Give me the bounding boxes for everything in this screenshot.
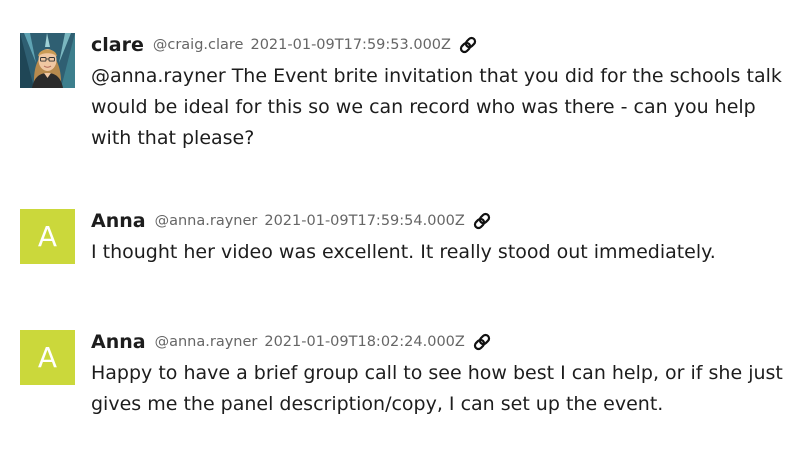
message-header: clare @craig.clare 2021-01-09T17:59:53.0… [91, 33, 802, 57]
message-text: @anna.rayner The Event brite invitation … [91, 65, 782, 149]
message-text: I thought her video was excellent. It re… [91, 241, 716, 263]
author-handle[interactable]: @anna.rayner [155, 213, 258, 229]
avatar[interactable]: A [20, 209, 75, 264]
timestamp: 2021-01-09T17:59:54.000Z [264, 213, 465, 229]
user-photo-icon [20, 33, 75, 88]
message-content: Anna @anna.rayner 2021-01-09T17:59:54.00… [91, 209, 802, 268]
avatar[interactable] [20, 33, 75, 88]
avatar[interactable]: A [20, 330, 75, 385]
author-handle[interactable]: @anna.rayner [155, 334, 258, 350]
timestamp: 2021-01-09T18:02:24.000Z [264, 334, 465, 350]
timestamp: 2021-01-09T17:59:53.000Z [250, 37, 451, 53]
chain-link-icon[interactable] [458, 35, 478, 55]
message-content: clare @craig.clare 2021-01-09T17:59:53.0… [91, 33, 802, 154]
chain-link-icon[interactable] [472, 211, 492, 231]
message-header: Anna @anna.rayner 2021-01-09T18:02:24.00… [91, 330, 802, 354]
message-header: Anna @anna.rayner 2021-01-09T17:59:54.00… [91, 209, 802, 233]
author-name[interactable]: Anna [91, 331, 146, 353]
message-text: Happy to have a brief group call to see … [91, 362, 783, 415]
author-handle[interactable]: @craig.clare [153, 37, 244, 53]
author-name[interactable]: Anna [91, 210, 146, 232]
message-content: Anna @anna.rayner 2021-01-09T18:02:24.00… [91, 330, 802, 420]
chain-link-icon[interactable] [472, 332, 492, 352]
author-name[interactable]: clare [91, 34, 144, 56]
